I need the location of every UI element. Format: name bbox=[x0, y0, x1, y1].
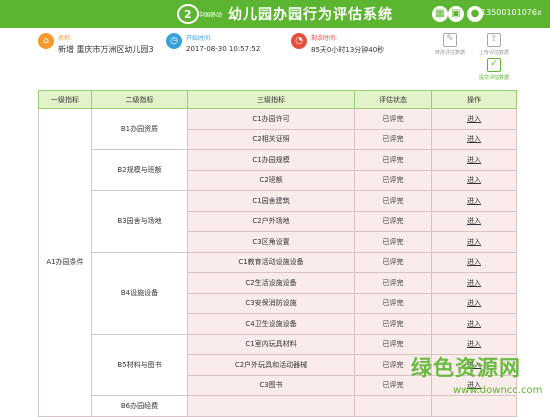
header-level1: 一级指标 bbox=[38, 90, 92, 109]
info-bar: ⌂ 名称: 新增 重庆市万洲区幼儿园3 ◷ 开始时间: 2017-08-30 1… bbox=[0, 28, 550, 90]
watermark-text: 绿色资源网 bbox=[411, 356, 521, 380]
enter-link[interactable]: 进入 bbox=[467, 156, 481, 164]
status-cell: 已评完 bbox=[354, 231, 432, 253]
enter-link[interactable]: 进入 bbox=[467, 320, 481, 328]
remaining-time: 85天0小时13分钟40秒 bbox=[311, 46, 385, 54]
level2-cell: B6办园经费 bbox=[91, 395, 188, 417]
action-cell: 进入 bbox=[431, 272, 517, 294]
table-row: B4设施设备 C1教育活动设施设备 已评完 进入 bbox=[39, 251, 517, 335]
level2-cell: B4设施设备 bbox=[91, 251, 188, 335]
status-cell: 已评完 bbox=[354, 169, 432, 191]
remaining-label: 剩余时间: bbox=[311, 35, 338, 42]
level3-cell: C3区角设置 bbox=[187, 231, 355, 253]
action-cell: 进入 bbox=[431, 128, 517, 150]
action-cell: 进入 bbox=[431, 108, 517, 130]
top-bar: 2 中国移动 幼儿园办园行为评估系统 ▦ ▣ ● 13500101076x bbox=[0, 0, 550, 28]
action-cell: 进入 bbox=[431, 231, 517, 253]
level3-cell: C1园舍建筑 bbox=[187, 190, 355, 212]
watermark-url: www.downcc.com bbox=[453, 385, 543, 396]
table-row: B2规模与班额 C1办园规模 已评完 进入 bbox=[39, 149, 517, 191]
action-cell: 进入 bbox=[431, 251, 517, 273]
enter-link[interactable]: 进入 bbox=[467, 197, 481, 205]
submit-data-button[interactable]: ✓ 提交评估数据 bbox=[472, 58, 516, 81]
enter-link[interactable]: 进入 bbox=[467, 258, 481, 266]
enter-link[interactable]: 进入 bbox=[467, 279, 481, 287]
home-icon: ⌂ bbox=[38, 33, 54, 49]
action-cell bbox=[431, 395, 517, 417]
edit-data-button[interactable]: ✎ 修改评估数据 bbox=[430, 33, 470, 56]
start-time: 2017-08-30 10:57:52 bbox=[186, 45, 261, 53]
school-name: 新增 重庆市万洲区幼儿园3 bbox=[58, 45, 154, 54]
level3-cell: C2班额 bbox=[187, 169, 355, 191]
svg-text:中国移动: 中国移动 bbox=[198, 11, 222, 19]
level3-cell: C3图书 bbox=[187, 374, 355, 396]
level2-cell: B1办园资质 bbox=[91, 108, 188, 150]
table-row: A1办园条件 B1办园资质 C1办园许可 已评完 进入 bbox=[38, 108, 517, 417]
level3-cell: C2相关证照 bbox=[187, 128, 355, 150]
level2-cell: B3园舍与场地 bbox=[91, 190, 188, 253]
table-header-row: 一级指标 二级指标 三级指标 评估状态 操作 bbox=[38, 90, 517, 109]
status-cell: 已评完 bbox=[354, 108, 432, 130]
svg-text:2: 2 bbox=[184, 8, 192, 21]
status-cell: 已评完 bbox=[354, 210, 432, 232]
status-cell: 已评完 bbox=[354, 272, 432, 294]
level3-cell: C3安保消防设施 bbox=[187, 292, 355, 314]
user-id[interactable]: 13500101076x bbox=[481, 8, 542, 17]
status-cell: 已评完 bbox=[354, 251, 432, 273]
start-label: 开始时间: bbox=[186, 35, 213, 42]
level3-cell: C1教育活动设施设备 bbox=[187, 251, 355, 273]
level3-cell: C1办园规模 bbox=[187, 149, 355, 171]
header-action: 操作 bbox=[431, 90, 517, 109]
upload-data-button[interactable]: ⇧ 上传评估数据 bbox=[474, 33, 514, 56]
alarm-icon: ◔ bbox=[291, 33, 307, 49]
header-status: 评估状态 bbox=[354, 90, 432, 109]
table-row: B3园舍与场地 C1园舍建筑 已评完 进入 bbox=[39, 190, 517, 253]
action-cell: 进入 bbox=[431, 169, 517, 191]
level3-cell: C1室内玩具材料 bbox=[187, 333, 355, 355]
enter-link[interactable]: 进入 bbox=[467, 340, 481, 348]
header-level3: 三级指标 bbox=[187, 90, 355, 109]
status-cell: 已评完 bbox=[354, 149, 432, 171]
status-cell: 已评完 bbox=[354, 292, 432, 314]
level3-cell: C1办园许可 bbox=[187, 108, 355, 130]
status-cell: 已评完 bbox=[354, 128, 432, 150]
header-level2: 二级指标 bbox=[91, 90, 188, 109]
status-cell bbox=[354, 395, 432, 417]
enter-link[interactable]: 进入 bbox=[467, 217, 481, 225]
enter-link[interactable]: 进入 bbox=[467, 238, 481, 246]
level2-cell: B5材料与图书 bbox=[91, 333, 188, 396]
enter-link[interactable]: 进入 bbox=[467, 299, 481, 307]
enter-link[interactable]: 进入 bbox=[467, 135, 481, 143]
qr-code-icon[interactable]: ▣ bbox=[448, 6, 464, 22]
action-cell: 进入 bbox=[431, 149, 517, 171]
level3-cell: C4卫生设施设备 bbox=[187, 313, 355, 335]
action-cell: 进入 bbox=[431, 190, 517, 212]
action-cell: 进入 bbox=[431, 210, 517, 232]
action-cell: 进入 bbox=[431, 292, 517, 314]
enter-link[interactable]: 进入 bbox=[467, 115, 481, 123]
status-cell: 已评完 bbox=[354, 190, 432, 212]
table-row: B6办园经费 bbox=[39, 395, 517, 417]
edit-icon: ✎ bbox=[443, 33, 457, 47]
qr-icon[interactable]: ▦ bbox=[432, 6, 448, 22]
action-cell: 进入 bbox=[431, 313, 517, 335]
app-title: 幼儿园办园行为评估系统 bbox=[228, 7, 393, 23]
level3-cell: C2生活设施设备 bbox=[187, 272, 355, 294]
logo-icon: 2 中国移动 bbox=[177, 4, 222, 24]
school-label: 名称: bbox=[58, 35, 73, 42]
clipboard-icon: ✓ bbox=[487, 58, 501, 72]
enter-link[interactable]: 进入 bbox=[467, 176, 481, 184]
status-cell: 已评完 bbox=[354, 313, 432, 335]
clock-icon: ◷ bbox=[166, 33, 182, 49]
level3-cell bbox=[187, 395, 355, 417]
level2-cell: B2规模与班额 bbox=[91, 149, 188, 191]
upload-icon: ⇧ bbox=[487, 33, 501, 47]
level3-cell: C2户外场地 bbox=[187, 210, 355, 232]
level3-cell: C2户外玩具和活动器械 bbox=[187, 354, 355, 376]
level1-cell: A1办园条件 bbox=[38, 108, 92, 417]
